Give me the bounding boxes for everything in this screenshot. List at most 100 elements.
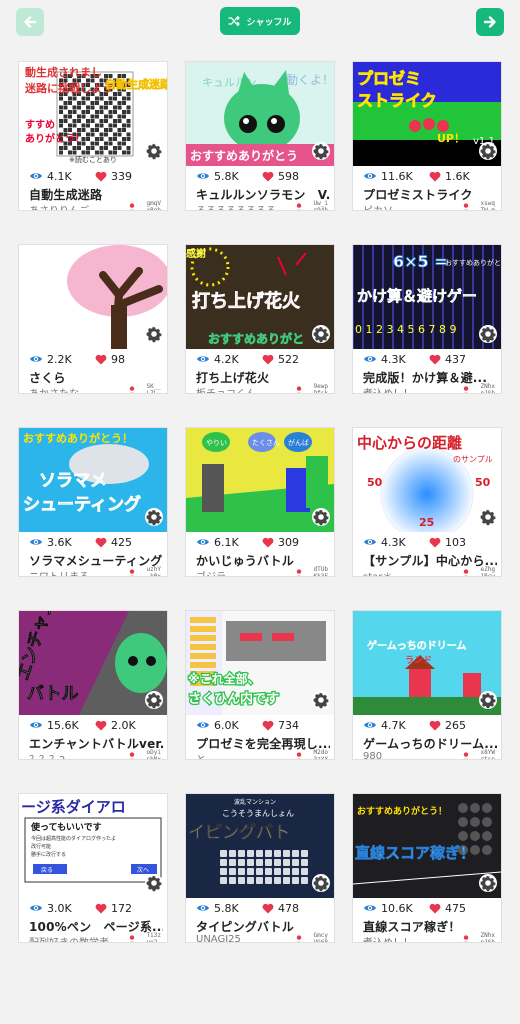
project-author[interactable]: あかさたな [29,385,129,393]
project-thumbnail[interactable]: プロゼミ ストライク UP！ v1.1 [353,62,501,166]
thumb-text: プロゼミ [357,69,421,88]
project-thumbnail[interactable]: やりい たくさん がんば [186,428,334,532]
project-thumbnail[interactable] [19,245,167,349]
project-card[interactable]: やりい たくさん がんば 6.1K 309 かいじゅうバトル ゴジラ dTUbK… [185,427,335,577]
like-count-value: 98 [111,352,125,366]
user-id-line2: r94b [313,207,328,211]
project-author[interactable]: ？？？2 [29,751,129,759]
project-card[interactable]: プロゼミ ストライク UP！ v1.1 11.6K 1.6K プロゼミストライク… [352,61,502,211]
forward-button[interactable] [476,8,504,36]
user-id: dTUb Kk3F [295,566,328,576]
project-author[interactable]: star＊ [363,568,463,576]
project-author[interactable]: ピカソ [363,202,463,210]
eye-icon [364,173,376,179]
thumb-text: 次へ [137,866,149,874]
project-card[interactable]: ージ系ダイアロ 使ってもいいです 今回は超高性能のダイアログ作ったよ 改行可能 … [18,793,168,943]
project-thumbnail[interactable]: おすすめありがとう！ 直線スコア稼ぎ！ [353,794,501,898]
project-card[interactable]: 動生成されまし 迷路に挑戦しよう 自動生成迷路 すすめ ありがとう！ ※読むこと… [18,61,168,211]
view-count: 2.2K [29,353,95,366]
gear-icon[interactable] [312,142,330,160]
gear-icon[interactable] [479,508,497,526]
like-count: 103 [429,536,466,549]
gear-icon[interactable] [312,691,330,709]
thumb-text: かけ算＆避けゲー [357,287,477,305]
project-card[interactable]: 6×5 = おすすめありがとう！ かけ算＆避けゲー 0 1 2 3 4 5 6 … [352,244,502,394]
project-card[interactable]: 2.2K 98 さくら あかさたな SK__LZL- [18,244,168,394]
thumb-text: 0 1 2 3 4 5 6 7 8 9 [355,323,456,336]
gear-icon[interactable] [145,142,163,160]
view-count-value: 5.8K [214,169,239,183]
project-card[interactable]: おすすめありがとう！ 直線スコア稼ぎ！ 10.6K 475 直線スコア稼ぎ！ 煮… [352,793,502,943]
eye-icon [197,722,209,728]
project-thumbnail[interactable]: ージ系ダイアロ 使ってもいいです 今回は超高性能のダイアログ作ったよ 改行可能 … [19,794,167,898]
project-card[interactable]: ※これ全部、 さくひん内です 6.0K 734 プロゼミを完全再現し... と … [185,610,335,760]
gear-icon[interactable] [145,691,163,709]
gear-icon[interactable] [145,325,163,343]
project-stats: 2.2K 98 [29,351,165,367]
shuffle-button[interactable]: シャッフル [220,7,300,35]
project-author[interactable]: あさりりんご [29,202,129,210]
project-author[interactable]: 980 [363,751,463,759]
like-count-value: 2.0K [111,718,136,732]
view-count-value: 15.6K [47,718,79,732]
heart-icon [429,903,441,913]
project-thumbnail[interactable]: エンチャント バトル [19,611,167,715]
user-id: oDyi sbNx [128,749,161,759]
user-id-line2: UG68 [313,939,328,943]
project-card[interactable]: 波乱マンション こうそうまんしょん イピングバト 5.8K 478 タイピングバ… [185,793,335,943]
thumb-text: 改行可能 [31,843,51,850]
like-count: 598 [262,170,299,183]
project-author[interactable]: ニワトリまる。 [29,568,129,576]
project-card[interactable]: ゲームっちのドリーム ランド 4.7K 265 ゲームっちのドリーム... 98… [352,610,502,760]
project-author[interactable]: るるるるるるるる... [196,202,296,210]
project-card[interactable]: 感謝 打ち上げ花火 おすすめありがと 4.2K 522 打ち上げ花火 板チョコく… [185,244,335,394]
user-id-line2: xRgb [146,207,161,211]
view-count: 3.6K [29,536,95,549]
like-count: 475 [429,902,466,915]
gear-icon[interactable] [479,691,497,709]
thumb-text: 動生成されまし [25,65,102,79]
project-thumbnail[interactable]: 動生成されまし 迷路に挑戦しよう 自動生成迷路 すすめ ありがとう！ ※読むこと… [19,62,167,166]
back-button[interactable] [16,8,44,36]
user-id-line1: oDyi [146,749,161,756]
project-card[interactable]: おすすめありがとう！ ソラマメ シューティング 3.6K 425 ソラマメシュー… [18,427,168,577]
heart-icon [429,537,441,547]
project-thumbnail[interactable]: 感謝 打ち上げ花火 おすすめありがと [186,245,334,349]
project-author[interactable]: 煮込め！！ [363,385,463,393]
project-stats: 4.7K 265 [363,717,499,733]
gear-icon[interactable] [479,874,497,892]
project-author[interactable]: 配列好きの数学者 [29,934,129,942]
thumb-text: やりい [206,439,227,447]
project-thumbnail[interactable]: おすすめありがとう！ ソラマメ シューティング [19,428,167,532]
project-author[interactable]: 煮込め！！ [363,934,463,942]
project-thumbnail[interactable]: キュルルン 動くよ！ おすすめありがとう [186,62,334,166]
view-count-value: 4.2K [214,352,239,366]
like-count: 522 [262,353,299,366]
like-count: 437 [429,353,466,366]
gear-icon[interactable] [312,874,330,892]
project-author[interactable]: ゴジラ [196,568,296,576]
project-thumbnail[interactable]: ゲームっちのドリーム ランド [353,611,501,715]
heart-icon [95,720,107,730]
project-thumbnail[interactable]: 6×5 = おすすめありがとう！ かけ算＆避けゲー 0 1 2 3 4 5 6 … [353,245,501,349]
avatar-icon [296,202,302,210]
project-thumbnail[interactable]: 中心からの距離 のサンプル 50 50 25 [353,428,501,532]
gear-icon[interactable] [312,325,330,343]
gear-icon[interactable] [145,508,163,526]
gear-icon[interactable] [479,325,497,343]
view-count: 4.3K [363,536,429,549]
project-thumbnail[interactable]: ※これ全部、 さくひん内です [186,611,334,715]
project-author[interactable]: UNAGI25 [196,934,296,942]
project-card[interactable]: キュルルン 動くよ！ おすすめありがとう 5.8K 598 キュルルンソラモン … [185,61,335,211]
project-thumbnail[interactable]: 波乱マンション こうそうまんしょん イピングバト [186,794,334,898]
project-stats: 6.0K 734 [196,717,332,733]
project-card[interactable]: エンチャント バトル 15.6K 2.0K エンチャントバトルver... ？？… [18,610,168,760]
project-author[interactable]: 板チョコくん [196,385,296,393]
user-id-line1: 9ewp [313,383,328,390]
gear-icon[interactable] [312,508,330,526]
project-author[interactable]: と [196,751,296,759]
gear-icon[interactable] [145,874,163,892]
like-count-value: 339 [111,169,132,183]
gear-icon[interactable] [479,142,497,160]
project-card[interactable]: 中心からの距離 のサンプル 50 50 25 4.3K 103 【サンプル】中心… [352,427,502,577]
